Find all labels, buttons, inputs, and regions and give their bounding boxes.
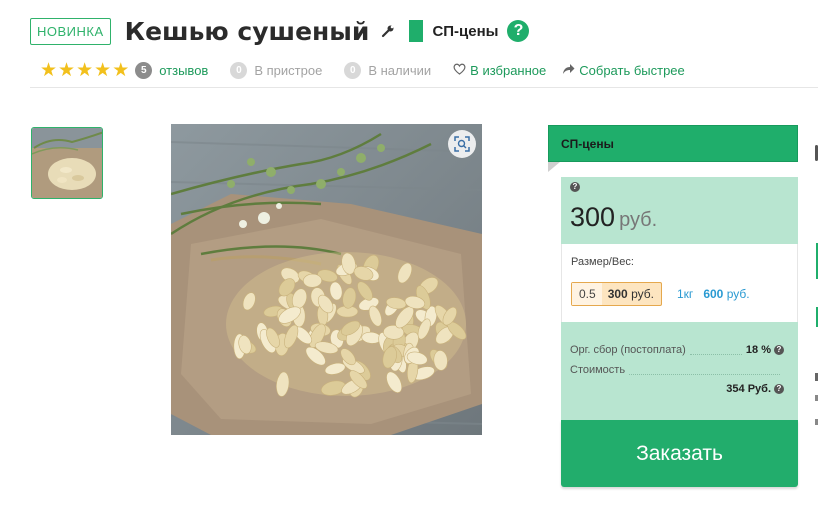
panel-fold: [548, 162, 560, 172]
price-panel: СП-цены ? 300 руб. Размер/Вес: 0.5 300 ру…: [548, 125, 798, 487]
pending-label: В пристрое: [254, 62, 323, 78]
price-help-icon[interactable]: ?: [570, 182, 580, 192]
size-option-other-weight: 1кг: [677, 287, 694, 301]
cost-value-row: 354 Руб.?: [726, 383, 784, 395]
wrench-icon[interactable]: [381, 24, 395, 38]
rating-stars: ★ ★ ★ ★ ★: [40, 61, 129, 80]
pending-indicator: 0 В пристрое: [230, 61, 323, 79]
price-display: 300 руб.: [570, 202, 657, 233]
star-icon: ★: [40, 59, 58, 81]
collect-link[interactable]: Собрать быстрее: [562, 63, 685, 78]
size-option-weight: 0.5: [572, 283, 602, 305]
header-divider: [30, 87, 818, 88]
leader-dots: [629, 366, 780, 375]
size-option-other-currency: руб.: [726, 287, 750, 301]
reviews-count: 5: [135, 61, 153, 79]
offscreen-sidebar-edge: [812, 145, 818, 445]
product-title: Кешью сушеный: [124, 16, 370, 46]
price-currency: руб.: [619, 209, 658, 231]
org-fee-help-icon[interactable]: ?: [774, 345, 784, 355]
stock-indicator: 0 В наличии: [344, 61, 432, 79]
reviews-label[interactable]: отзывов: [159, 63, 208, 78]
price-panel-header: СП-цены: [548, 125, 798, 162]
size-option-price: 300 руб.: [602, 287, 661, 301]
price-mode-label: СП-цены: [432, 22, 499, 40]
size-selector: Размер/Вес: 0.5 300 руб. 1кг 600 руб.: [561, 244, 798, 322]
reviews-link[interactable]: 5 отзывов: [135, 61, 208, 79]
size-option-other[interactable]: 1кг 600 руб.: [677, 287, 750, 301]
price-value: 300: [570, 202, 616, 232]
pending-count: 0: [230, 61, 248, 79]
org-fee-label: Орг. сбор (постоплата): [570, 344, 686, 356]
title-row: НОВИНКА Кешью сушеный СП-цены ?: [30, 14, 530, 48]
leader-dots: [689, 346, 742, 355]
star-icon: ★: [94, 59, 112, 81]
meta-row: ★ ★ ★ ★ ★ 5 отзывов 0 В пристрое 0 В нал…: [40, 60, 685, 80]
stock-count: 0: [344, 61, 362, 79]
help-icon[interactable]: ?: [507, 20, 530, 42]
product-photo[interactable]: [171, 124, 482, 435]
heart-icon: [453, 63, 466, 78]
star-icon: ★: [112, 59, 130, 81]
stock-label: В наличии: [368, 62, 432, 78]
org-fee-row: Орг. сбор (постоплата) 18 %?: [570, 344, 784, 356]
cost-value: 354 Руб.: [726, 383, 771, 395]
star-icon: ★: [76, 59, 94, 81]
product-thumbnail[interactable]: [31, 127, 103, 199]
size-option-currency: руб.: [631, 287, 654, 301]
cost-help-icon[interactable]: ?: [774, 384, 784, 395]
zoom-icon[interactable]: [448, 130, 476, 158]
size-option-price-value: 300: [607, 287, 628, 301]
fees-box: Орг. сбор (постоплата) 18 %? Стоимость 3…: [561, 322, 798, 420]
price-box: ? 300 руб.: [561, 177, 798, 244]
favorites-label[interactable]: В избранное: [470, 63, 546, 78]
cost-row: Стоимость: [570, 364, 784, 376]
favorites-link[interactable]: В избранное: [453, 63, 546, 78]
price-mode-marker: [409, 20, 424, 42]
cost-label: Стоимость: [570, 364, 626, 376]
size-option-selected[interactable]: 0.5 300 руб.: [571, 282, 662, 306]
star-icon: ★: [58, 59, 76, 81]
org-fee-value: 18 %: [745, 344, 771, 356]
order-button[interactable]: Заказать: [561, 420, 798, 487]
new-badge: НОВИНКА: [30, 17, 111, 45]
size-label: Размер/Вес:: [571, 256, 634, 268]
share-icon: [562, 63, 575, 78]
collect-label[interactable]: Собрать быстрее: [579, 63, 685, 78]
size-option-other-price: 600: [703, 287, 724, 301]
